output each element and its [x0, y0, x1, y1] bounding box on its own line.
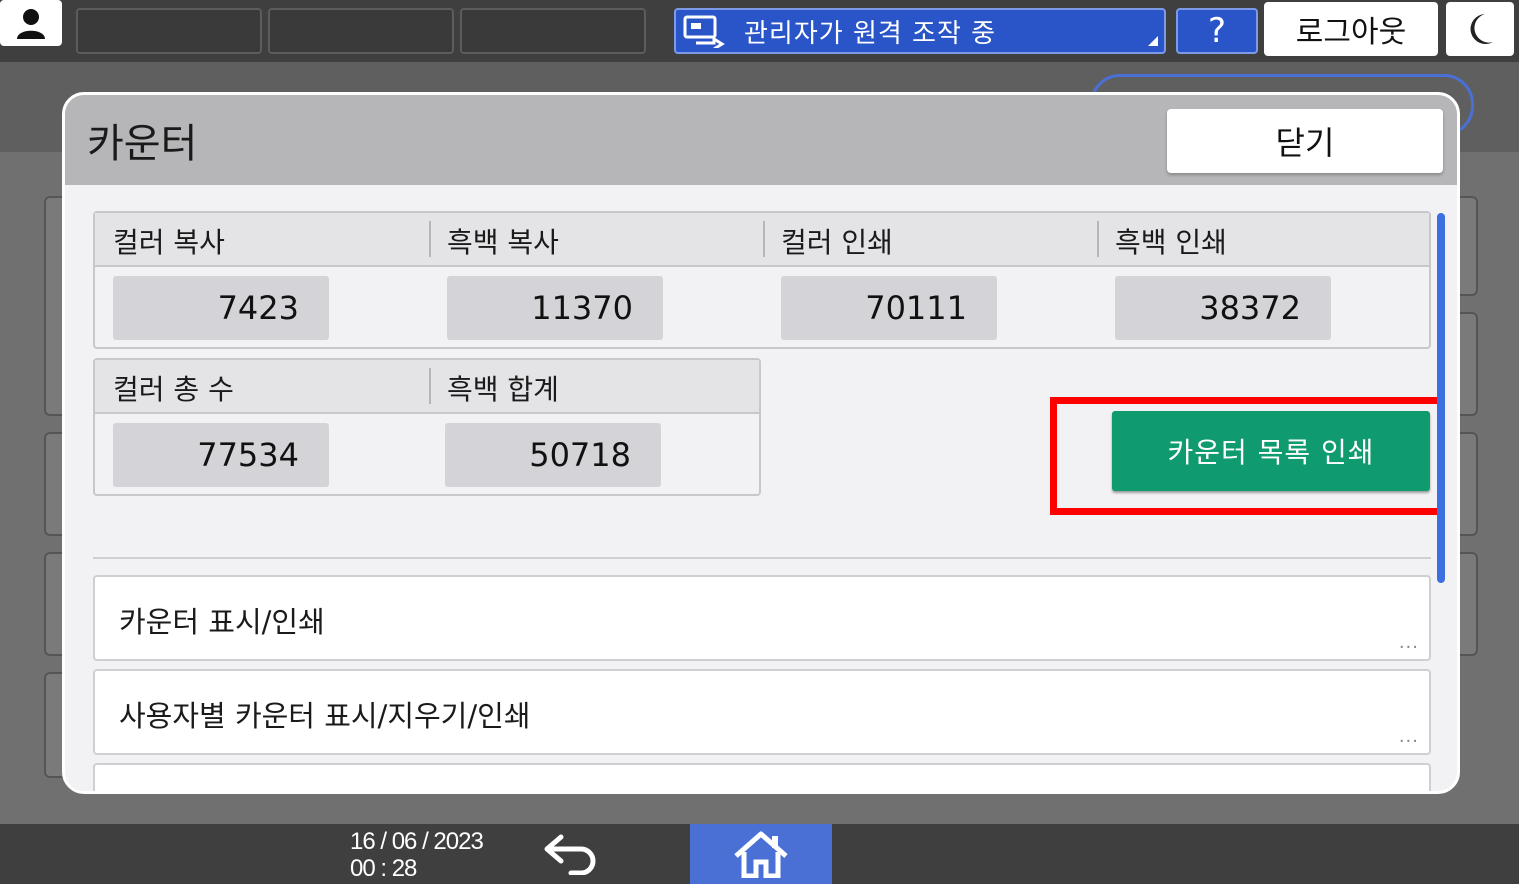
menu-item-label: 카운터 표시/인쇄	[119, 605, 325, 639]
value-color-print: 70111	[781, 276, 997, 340]
help-icon: ?	[1207, 11, 1227, 51]
more-icon: ...	[1398, 726, 1419, 747]
close-label: 닫기	[1275, 124, 1335, 162]
user-icon	[17, 9, 45, 39]
datetime-display: 16 / 06 / 2023 00 : 28	[350, 828, 484, 882]
counter-panel-copy-print: 컬러 복사 흑백 복사 컬러 인쇄 흑백 인쇄 7423 11370 70111…	[93, 211, 1431, 349]
date-text: 16 / 06 / 2023	[350, 828, 484, 855]
header-color-total: 컬러 총 수	[113, 373, 234, 406]
top-bar: 관리자가 원격 조작 중 ? 로그아웃	[0, 0, 1519, 62]
moon-icon	[1470, 14, 1493, 44]
header-bw-print: 흑백 인쇄	[1115, 226, 1227, 259]
remote-status-text: 관리자가 원격 조작 중	[744, 18, 997, 49]
menu-item-label: 사용자별 카운터 표시/지우기/인쇄	[119, 699, 531, 733]
header-bw-copy: 흑백 복사	[447, 226, 559, 259]
logout-button[interactable]: 로그아웃	[1264, 2, 1438, 56]
energy-saver-button[interactable]	[1446, 2, 1514, 56]
blank-slot-3	[460, 8, 646, 54]
header-color-copy: 컬러 복사	[113, 226, 225, 259]
header-color-print: 컬러 인쇄	[781, 226, 893, 259]
counter-dialog: 카운터 닫기 컬러 복사 흑백 복사 컬러 인쇄 흑백 인쇄 7423 1137…	[62, 92, 1460, 794]
time-text: 00 : 28	[350, 855, 417, 882]
back-button[interactable]	[540, 828, 602, 878]
column-divider	[1097, 221, 1099, 257]
blank-slot-2	[268, 8, 454, 54]
value-color-total: 77534	[113, 423, 329, 487]
print-counter-list-label: 카운터 목록 인쇄	[1167, 436, 1375, 469]
help-button[interactable]: ?	[1176, 8, 1258, 54]
dialog-title: 카운터	[87, 121, 198, 167]
column-divider	[429, 221, 431, 257]
counter-panel-totals: 컬러 총 수 흑백 합계 77534 50718	[93, 358, 761, 496]
user-button[interactable]	[0, 0, 62, 46]
column-divider	[429, 368, 431, 404]
value-color-copy: 7423	[113, 276, 329, 340]
logout-label: 로그아웃	[1295, 15, 1407, 50]
more-icon: ...	[1398, 632, 1419, 653]
column-divider	[763, 221, 765, 257]
dropdown-corner-icon	[1148, 36, 1158, 46]
totals-panel-header: 컬러 총 수 흑백 합계	[95, 360, 759, 414]
menu-item-user-counter[interactable]: 사용자별 카운터 표시/지우기/인쇄 ...	[93, 669, 1431, 755]
close-button[interactable]: 닫기	[1167, 109, 1443, 173]
scrollbar[interactable]	[1437, 213, 1445, 583]
section-divider	[93, 557, 1431, 559]
remote-operation-status[interactable]: 관리자가 원격 조작 중	[674, 8, 1166, 54]
menu-item-partial[interactable]	[93, 763, 1431, 791]
print-counter-list-button[interactable]: 카운터 목록 인쇄	[1112, 411, 1430, 491]
value-bw-copy: 11370	[447, 276, 663, 340]
blank-slot-1	[76, 8, 262, 54]
back-arrow-icon	[544, 834, 596, 875]
home-button[interactable]	[690, 824, 832, 884]
dialog-header: 카운터 닫기	[65, 95, 1457, 185]
remote-monitor-icon	[683, 15, 725, 48]
value-bw-print: 38372	[1115, 276, 1331, 340]
value-bw-total: 50718	[445, 423, 661, 487]
header-bw-total: 흑백 합계	[447, 373, 559, 406]
home-icon	[734, 831, 788, 878]
menu-item-counter-display-print[interactable]: 카운터 표시/인쇄 ...	[93, 575, 1431, 661]
counter-panel-header: 컬러 복사 흑백 복사 컬러 인쇄 흑백 인쇄	[95, 213, 1429, 267]
